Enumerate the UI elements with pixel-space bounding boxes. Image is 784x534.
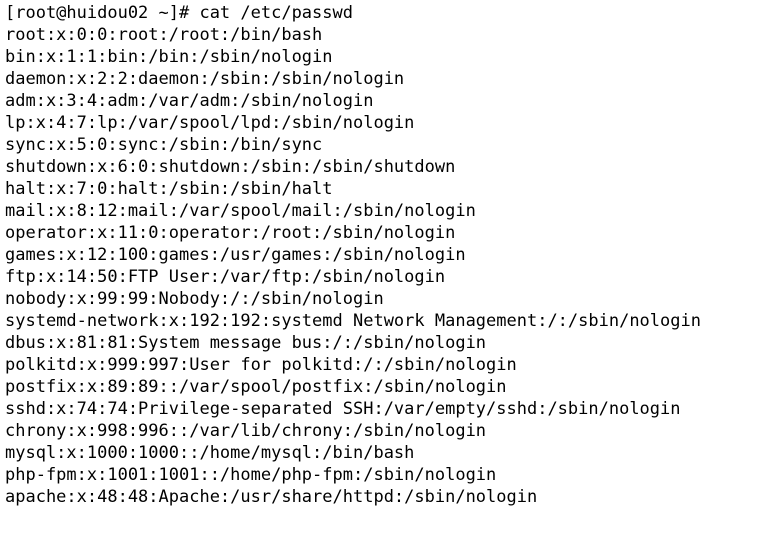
terminal-output-line: systemd-network:x:192:192:systemd Networ… xyxy=(5,311,701,331)
terminal-output-line: dbus:x:81:81:System message bus:/:/sbin/… xyxy=(5,333,487,353)
terminal-output-line: lp:x:4:7:lp:/var/spool/lpd:/sbin/nologin xyxy=(5,113,415,133)
terminal-output-line: bin:x:1:1:bin:/bin:/sbin/nologin xyxy=(5,47,333,67)
terminal-output-line: halt:x:7:0:halt:/sbin:/sbin/halt xyxy=(5,179,333,199)
terminal-output-line: apache:x:48:48:Apache:/usr/share/httpd:/… xyxy=(5,487,538,507)
terminal-prompt-line: [root@huidou02 ~]# cat /etc/passwd xyxy=(5,3,353,23)
terminal-output-line: polkitd:x:999:997:User for polkitd:/:/sb… xyxy=(5,355,517,375)
terminal-output: [root@huidou02 ~]# cat /etc/passwd root:x… xyxy=(5,2,784,508)
terminal-output-line: mail:x:8:12:mail:/var/spool/mail:/sbin/n… xyxy=(5,201,476,221)
terminal-output-line: shutdown:x:6:0:shutdown:/sbin:/sbin/shut… xyxy=(5,157,456,177)
terminal-window[interactable]: [root@huidou02 ~]# cat /etc/passwd root:x… xyxy=(0,0,784,534)
terminal-output-line: nobody:x:99:99:Nobody:/:/sbin/nologin xyxy=(5,289,384,309)
terminal-output-line: mysql:x:1000:1000::/home/mysql:/bin/bash xyxy=(5,443,415,463)
terminal-output-line: sshd:x:74:74:Privilege-separated SSH:/va… xyxy=(5,399,681,419)
terminal-output-line: ftp:x:14:50:FTP User:/var/ftp:/sbin/nolo… xyxy=(5,267,446,287)
terminal-output-line: php-fpm:x:1001:1001::/home/php-fpm:/sbin… xyxy=(5,465,497,485)
terminal-output-line: games:x:12:100:games:/usr/games:/sbin/no… xyxy=(5,245,466,265)
terminal-output-line: chrony:x:998:996::/var/lib/chrony:/sbin/… xyxy=(5,421,487,441)
terminal-output-line: root:x:0:0:root:/root:/bin/bash xyxy=(5,25,323,45)
terminal-output-line: adm:x:3:4:adm:/var/adm:/sbin/nologin xyxy=(5,91,374,111)
terminal-output-line: postfix:x:89:89::/var/spool/postfix:/sbi… xyxy=(5,377,507,397)
terminal-output-line: sync:x:5:0:sync:/sbin:/bin/sync xyxy=(5,135,323,155)
terminal-output-line: daemon:x:2:2:daemon:/sbin:/sbin/nologin xyxy=(5,69,405,89)
terminal-output-line: operator:x:11:0:operator:/root:/sbin/nol… xyxy=(5,223,456,243)
